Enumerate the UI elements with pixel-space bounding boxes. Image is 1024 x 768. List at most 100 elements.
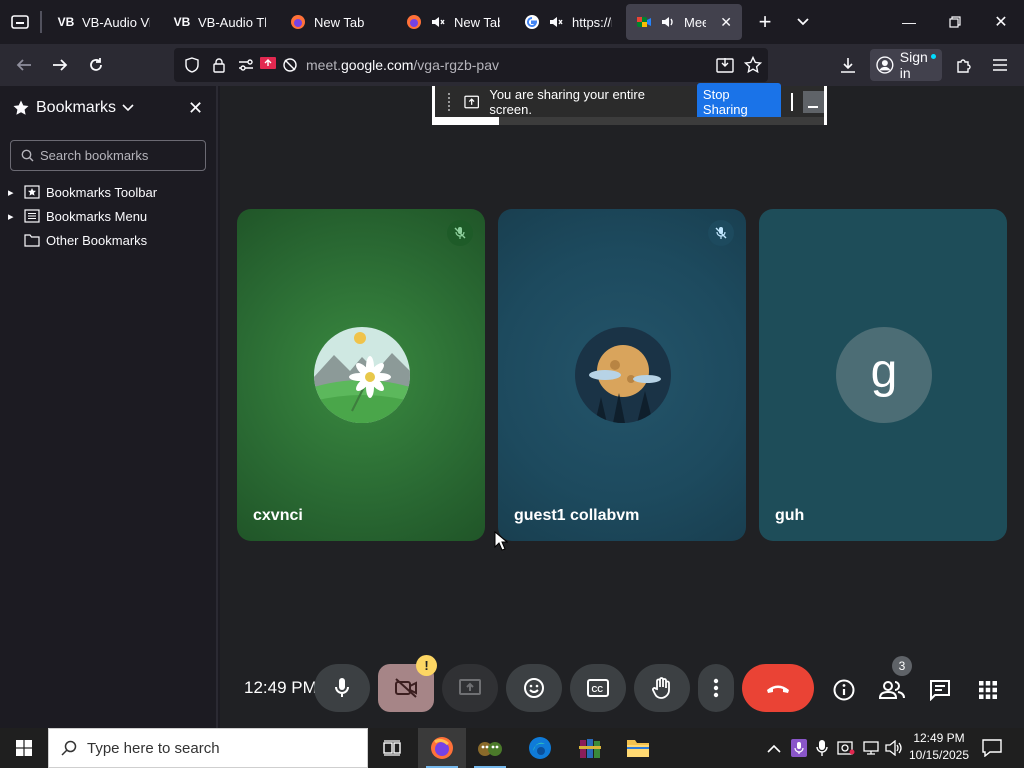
share-screen-icon — [464, 95, 480, 108]
tab-title: Meet - — [684, 14, 707, 30]
chevron-down-icon[interactable] — [122, 104, 134, 112]
search-bookmarks-input[interactable]: Search bookmarks — [10, 140, 206, 171]
raise-hand-button[interactable] — [634, 664, 690, 712]
hamburger-menu-icon — [993, 59, 1007, 71]
participant-tile[interactable]: cxvnci — [237, 209, 485, 541]
new-tab-button[interactable]: + — [746, 4, 784, 40]
creature-app-icon — [478, 742, 502, 756]
close-sidebar-icon[interactable]: ✕ — [188, 98, 203, 119]
tray-action-icon[interactable] — [836, 738, 856, 758]
minimize-button[interactable]: — — [886, 0, 932, 44]
lock-icon[interactable] — [212, 57, 226, 78]
star-icon — [13, 100, 29, 115]
chevron-down-icon — [797, 18, 809, 26]
bookmark-star-button[interactable] — [743, 55, 763, 79]
tray-microphone-in-use[interactable] — [790, 738, 808, 758]
sign-in-button[interactable]: Sign in — [870, 49, 942, 81]
taskbar-winrar[interactable] — [566, 728, 614, 768]
muted-speaker-icon[interactable] — [430, 14, 446, 30]
forward-button[interactable] — [42, 49, 78, 81]
url-domain: google.com — [341, 57, 414, 73]
taskbar-app-creatures[interactable] — [466, 728, 514, 768]
chevron-right-icon[interactable]: ▸ — [8, 210, 18, 223]
notifications-button[interactable] — [978, 736, 1006, 760]
captions-button[interactable]: CC — [570, 664, 626, 712]
participant-tile[interactable]: g guh — [759, 209, 1007, 541]
meet-page: You are sharing your entire screen. Stop… — [220, 82, 1024, 728]
tab-new-tab-2[interactable]: New Tab — [396, 4, 510, 40]
speaker-playing-icon[interactable] — [660, 14, 676, 30]
people-button[interactable]: 3 — [878, 656, 912, 704]
taskbar-search-box[interactable]: Type here to search — [48, 728, 368, 768]
apps-grid-icon — [979, 681, 997, 699]
taskbar-firefox[interactable] — [418, 728, 466, 768]
mic-in-use-icon — [791, 739, 807, 757]
task-view-button[interactable] — [368, 728, 416, 768]
stop-sharing-button[interactable]: Stop Sharing — [696, 82, 781, 121]
tray-network[interactable] — [861, 738, 881, 758]
close-tab-icon[interactable]: ✕ — [720, 14, 732, 31]
tab-vb-audio-virtual[interactable]: VB VB-Audio Virtu — [48, 4, 160, 40]
reactions-button[interactable] — [506, 664, 562, 712]
drag-handle[interactable] — [448, 92, 450, 111]
microphone-button[interactable] — [314, 664, 370, 712]
screen-sharing-notification-bar: You are sharing your entire screen. Stop… — [432, 82, 827, 125]
app-menu-button[interactable] — [982, 49, 1018, 81]
tab-vb-audio-thanks[interactable]: VB VB-Audio Thar — [164, 4, 276, 40]
participant-tile[interactable]: guest1 collabvm — [498, 209, 746, 541]
start-button[interactable] — [0, 728, 48, 768]
screen-sharing-indicator-icon[interactable] — [260, 57, 276, 76]
minimize-icon — [808, 105, 819, 108]
tracking-protection-shield-icon[interactable] — [184, 57, 200, 78]
downloads-button[interactable] — [830, 49, 866, 81]
sidebar-title[interactable]: Bookmarks — [36, 99, 116, 117]
tab-meet-active[interactable]: Meet - ✕ — [626, 4, 742, 40]
meeting-details-button[interactable] — [830, 676, 858, 704]
vb-audio-logo-icon: VB — [173, 15, 191, 29]
activities-button[interactable] — [974, 676, 1002, 704]
tray-volume[interactable] — [884, 738, 904, 758]
bookmark-item-toolbar[interactable]: ▸ Bookmarks Toolbar — [8, 181, 157, 203]
chevron-right-icon[interactable]: ▸ — [8, 186, 18, 199]
participant-name: guh — [775, 507, 805, 524]
firefox-view-button[interactable] — [0, 0, 40, 44]
taskbar-edge[interactable] — [516, 728, 564, 768]
tab-new-tab-1[interactable]: New Tab — [280, 4, 392, 40]
more-options-button[interactable] — [698, 664, 734, 712]
restore-icon — [949, 16, 961, 28]
bookmark-item-menu[interactable]: ▸ Bookmarks Menu — [8, 205, 147, 227]
muted-speaker-icon[interactable] — [548, 14, 564, 30]
letter-avatar: g — [836, 327, 932, 423]
extensions-button[interactable] — [946, 49, 982, 81]
list-all-tabs-button[interactable] — [784, 4, 822, 40]
search-icon — [61, 740, 77, 756]
close-icon: ✕ — [994, 14, 1008, 31]
back-button[interactable] — [6, 49, 42, 81]
url-bar[interactable]: meet.google.com/vga-rgzb-pav — [174, 48, 768, 82]
participant-name: guest1 collabvm — [514, 507, 640, 524]
restore-button[interactable] — [932, 0, 978, 44]
leave-call-button[interactable] — [742, 664, 814, 712]
archive-books-icon — [579, 739, 601, 758]
autoplay-blocked-icon[interactable] — [282, 57, 298, 78]
bookmark-item-other[interactable]: Other Bookmarks — [8, 229, 147, 251]
hide-bar-button[interactable] — [802, 90, 824, 113]
present-screen-button[interactable] — [442, 664, 498, 712]
taskbar-file-explorer[interactable] — [614, 728, 662, 768]
tab-title: VB-Audio Thar — [198, 14, 266, 30]
tray-microphone[interactable] — [813, 738, 831, 758]
mic-off-icon — [454, 227, 466, 239]
reload-button[interactable] — [78, 49, 114, 81]
google-meet-logo-icon — [636, 14, 652, 30]
install-app-button[interactable] — [716, 56, 734, 79]
taskbar-clock[interactable]: 12:49 PM 10/15/2025 — [906, 730, 972, 766]
show-hidden-icons-button[interactable] — [764, 738, 784, 758]
camera-button[interactable]: ! — [378, 655, 437, 712]
tab-google-meet-link[interactable]: https://me — [514, 4, 622, 40]
permissions-icon[interactable] — [238, 58, 254, 77]
chat-button[interactable] — [926, 676, 954, 704]
close-window-button[interactable]: ✕ — [978, 0, 1024, 44]
plus-icon: + — [758, 9, 772, 34]
url-text[interactable]: meet.google.com/vga-rgzb-pav — [306, 57, 499, 73]
bookmark-label: Bookmarks Toolbar — [46, 184, 158, 200]
